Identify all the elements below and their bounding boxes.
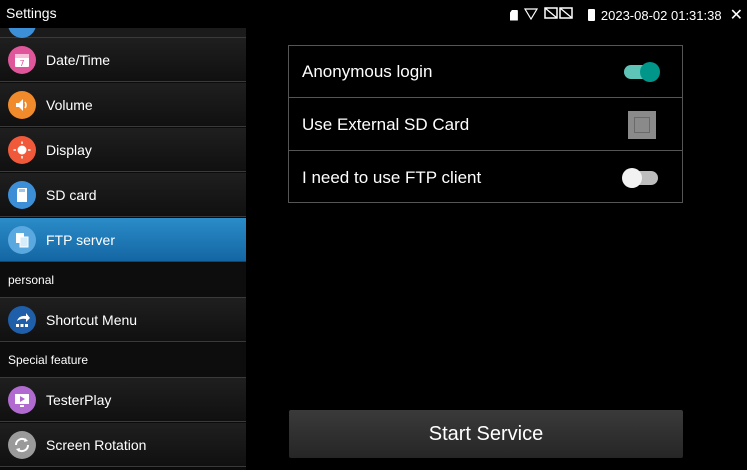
setting-row-anonymous-login[interactable]: Anonymous login — [289, 46, 682, 98]
battery-icon — [587, 9, 595, 21]
brightness-icon — [8, 135, 36, 164]
sidebar-item-testerplay[interactable]: TesterPlay — [0, 378, 246, 422]
network-off-icon — [544, 7, 574, 23]
sidebar-item-label: Volume — [46, 96, 93, 113]
sidebar-item-label: SD card — [46, 186, 97, 203]
speaker-icon — [8, 90, 36, 119]
svg-text:7: 7 — [19, 59, 24, 68]
anonymous-login-label: Anonymous login — [302, 61, 433, 81]
sidebar-item-shortcut-menu[interactable]: Shortcut Menu — [0, 298, 246, 342]
setting-row-external-sd[interactable]: Use External SD Card — [289, 99, 682, 151]
sidebar-item-label: FTP server — [46, 231, 115, 248]
toggle-knob — [640, 61, 660, 82]
sd-card-icon — [8, 180, 36, 209]
sidebar-item-date-time[interactable]: 7 Date/Time — [0, 38, 246, 82]
status-bar: Settings 2023-08-02 01:31:38 ✕ — [0, 0, 747, 28]
sidebar-item-label: Date/Time — [46, 51, 111, 68]
ftp-client-toggle[interactable] — [622, 168, 658, 188]
external-sd-label: Use External SD Card — [302, 114, 470, 134]
checkbox-box — [634, 116, 650, 133]
wifi-icon — [523, 7, 538, 23]
toggle-knob — [622, 168, 642, 188]
close-icon[interactable]: ✕ — [730, 5, 743, 25]
rotation-icon — [8, 430, 36, 459]
app-title: Settings — [6, 5, 57, 21]
setting-row-ftp-client[interactable]: I need to use FTP client — [289, 152, 682, 204]
sidebar-item-screen-rotation[interactable]: Screen Rotation — [0, 423, 246, 467]
ftp-settings-panel: Anonymous login Use External SD Card I n… — [288, 45, 683, 203]
anonymous-login-toggle[interactable] — [624, 61, 660, 82]
sidebar-item-partial[interactable] — [0, 28, 246, 38]
sidebar-item-label: Screen Rotation — [46, 436, 147, 453]
sidebar-item-label: Shortcut Menu — [46, 311, 138, 328]
external-sd-checkbox[interactable] — [628, 110, 656, 139]
sidebar-item-label: Display — [46, 141, 92, 158]
calendar-icon: 7 — [8, 45, 36, 74]
status-icons: 2023-08-02 01:31:38 ✕ — [509, 5, 743, 25]
section-header-special-feature: Special feature — [0, 343, 246, 378]
ftp-client-label: I need to use FTP client — [302, 168, 482, 187]
shortcut-icon — [8, 305, 36, 334]
sidebar-item-ftp-server[interactable]: FTP server — [0, 218, 246, 262]
sd-card-status-icon — [509, 9, 518, 21]
sidebar-item-volume[interactable]: Volume — [0, 83, 246, 127]
sidebar-item-display[interactable]: Display — [0, 128, 246, 172]
ftp-server-icon — [8, 225, 36, 254]
settings-sidebar: 7 Date/Time Volume Display SD card FTP s… — [0, 28, 246, 470]
start-service-button[interactable]: Start Service — [289, 410, 683, 458]
sidebar-item-label: TesterPlay — [46, 391, 112, 408]
datetime: 2023-08-02 01:31:38 — [600, 7, 722, 23]
sidebar-item-sd-card[interactable]: SD card — [0, 173, 246, 217]
section-header-personal: personal — [0, 263, 246, 298]
play-icon — [8, 385, 36, 414]
partial-icon — [8, 28, 36, 38]
